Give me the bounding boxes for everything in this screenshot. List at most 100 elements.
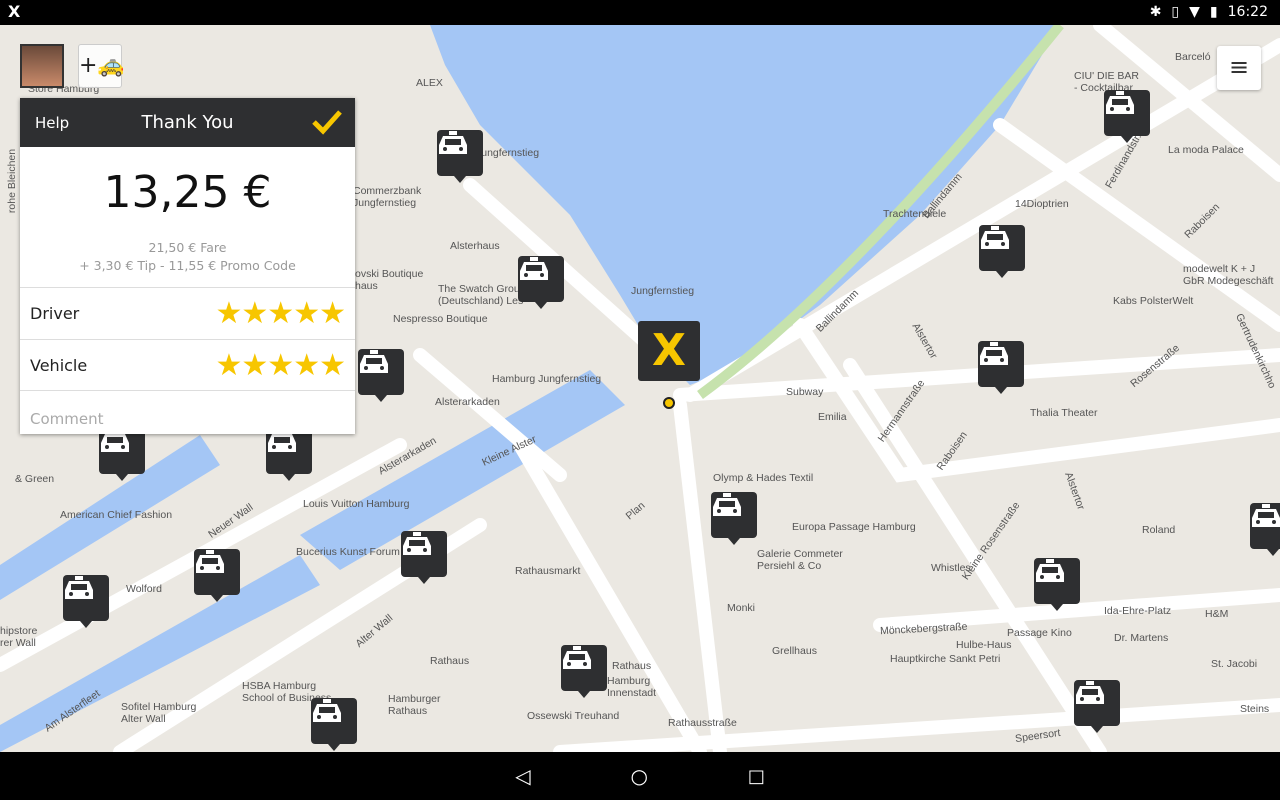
map-label: Monki	[727, 602, 756, 614]
star-icon[interactable]: ★	[293, 348, 320, 383]
taxi-marker[interactable]	[401, 531, 447, 584]
comment-placeholder: Comment	[30, 410, 104, 428]
star-icon[interactable]: ★	[267, 296, 294, 331]
battery-icon: ▮	[1209, 4, 1218, 20]
taxi-marker[interactable]	[561, 645, 607, 698]
map-label: Ida-Ehre-Platz	[1104, 605, 1172, 617]
taxi-marker[interactable]	[1104, 90, 1150, 143]
map-label: Rathausmarkt	[515, 565, 581, 577]
wifi-icon: ▼	[1189, 4, 1200, 20]
star-icon[interactable]: ★	[241, 348, 268, 383]
map-label: Roland	[1142, 524, 1176, 536]
map-label: Dr. Martens	[1114, 632, 1169, 644]
user-avatar[interactable]	[20, 44, 64, 88]
panel-header: Help Thank You	[20, 98, 355, 147]
map-label: Thalia Theater	[1030, 407, 1098, 419]
taxi-marker[interactable]	[437, 130, 483, 183]
taxi-marker[interactable]	[358, 349, 404, 402]
taxi-marker[interactable]	[978, 341, 1024, 394]
taxi-marker[interactable]	[1074, 680, 1120, 733]
fare-line: 21,50 € Fare	[148, 240, 227, 255]
taxi-marker[interactable]	[99, 428, 145, 481]
taxi-icon	[1036, 559, 1064, 582]
navigation-bar: ◁ ○ □	[0, 752, 1280, 800]
mytaxi-x-icon: X	[8, 2, 21, 21]
pickup-dot	[663, 397, 675, 409]
add-taxi-icon[interactable]: +🚕	[78, 44, 125, 88]
taxi-marker[interactable]	[266, 428, 312, 481]
map-label: Hulbe-Haus	[956, 639, 1012, 651]
taxi-icon	[403, 532, 431, 555]
star-icon[interactable]: ★	[241, 296, 268, 331]
taxi-marker[interactable]	[1250, 503, 1280, 556]
vibrate-icon: ▯	[1171, 4, 1180, 20]
star-icon[interactable]: ★	[319, 296, 346, 331]
status-bar: X ✱ ▯ ▼ ▮ 16:22	[0, 0, 1280, 25]
panel-title: Thank You	[141, 112, 234, 133]
vehicle-star-rating[interactable]: ★★★★★	[215, 348, 346, 383]
taxi-icon	[713, 493, 741, 516]
taxi-marker[interactable]	[311, 698, 357, 751]
map-label: Louis Vuitton Hamburg	[303, 498, 410, 510]
map-label: H&M	[1205, 608, 1229, 620]
star-icon[interactable]: ★	[215, 296, 242, 331]
recents-icon[interactable]: □	[748, 766, 765, 787]
map-label: Alsterhaus	[450, 240, 500, 252]
map-label: Alsterarkaden	[435, 396, 500, 408]
taxi-marker[interactable]	[194, 549, 240, 602]
taxi-icon	[1252, 504, 1280, 527]
map-label: Subway	[786, 386, 824, 398]
binnenalster-water	[430, 25, 1060, 385]
taxi-icon	[439, 131, 467, 154]
map-label: & Green	[15, 473, 55, 485]
map-label: Commerzbank Jungfernstieg	[353, 185, 422, 209]
rating-label: Driver	[30, 304, 80, 323]
taxi-icon	[65, 576, 93, 599]
hamburger-menu-icon[interactable]: ≡	[1217, 46, 1261, 90]
taxi-marker[interactable]	[1034, 558, 1080, 611]
map-label: Sofitel Hamburg Alter Wall	[121, 701, 197, 725]
taxi-marker[interactable]	[711, 492, 757, 545]
bluetooth-icon: ✱	[1149, 4, 1162, 20]
star-icon[interactable]: ★	[319, 348, 346, 383]
map-label: The Swatch Grou (Deutschland) Les	[438, 283, 524, 307]
taxi-icon	[196, 550, 224, 573]
home-icon[interactable]: ○	[630, 764, 647, 788]
driver-star-rating[interactable]: ★★★★★	[215, 296, 346, 331]
map-label: American Chief Fashion	[60, 509, 173, 521]
taxi-icon	[563, 646, 591, 669]
map-label: Whistles	[931, 562, 971, 574]
map-label: Barceló	[1175, 51, 1211, 63]
map-label: Jungfernstieg	[476, 147, 540, 159]
map-label: La moda Palace	[1168, 144, 1244, 156]
map-label: modewelt K + J GbR Modegeschäft	[1183, 263, 1274, 287]
star-icon[interactable]: ★	[293, 296, 320, 331]
map-label: ALEX	[416, 77, 443, 89]
star-icon[interactable]: ★	[267, 348, 294, 383]
map-label: Hauptkirche Sankt Petri	[890, 653, 1001, 665]
taxi-marker[interactable]	[63, 575, 109, 628]
taxi-marker[interactable]	[518, 256, 564, 309]
map-label: Olymp & Hades Textil	[713, 472, 814, 484]
map-label: Hamburg Innenstadt	[607, 675, 657, 699]
clock: 16:22	[1227, 4, 1268, 20]
taxi-icon	[980, 342, 1008, 365]
map-label: Hamburger Rathaus	[388, 693, 441, 717]
back-icon[interactable]: ◁	[515, 764, 530, 788]
taxi-icon	[360, 350, 388, 373]
map-label: hipstore rer Wall	[0, 625, 38, 649]
map-label: Europa Passage Hamburg	[792, 521, 916, 533]
map-label: Kabs PolsterWelt	[1113, 295, 1194, 307]
taxi-marker[interactable]	[979, 225, 1025, 278]
checkmark-icon[interactable]	[311, 108, 343, 136]
rating-panel: Help Thank You 13,25 € 21,50 € Fare + 3,…	[20, 98, 355, 434]
user-location-marker[interactable]: X	[638, 321, 700, 381]
map-label: Jungfernstieg	[631, 285, 695, 297]
taxi-icon	[981, 226, 1009, 249]
map-label: Rathaus	[430, 655, 470, 667]
star-icon[interactable]: ★	[215, 348, 242, 383]
taxi-icon	[520, 257, 548, 280]
extras-line: + 3,30 € Tip - 11,55 € Promo Code	[79, 258, 296, 273]
map-label: Trachtendiele	[883, 208, 947, 220]
map-label: Galerie Commeter Persiehl & Co	[757, 548, 843, 572]
